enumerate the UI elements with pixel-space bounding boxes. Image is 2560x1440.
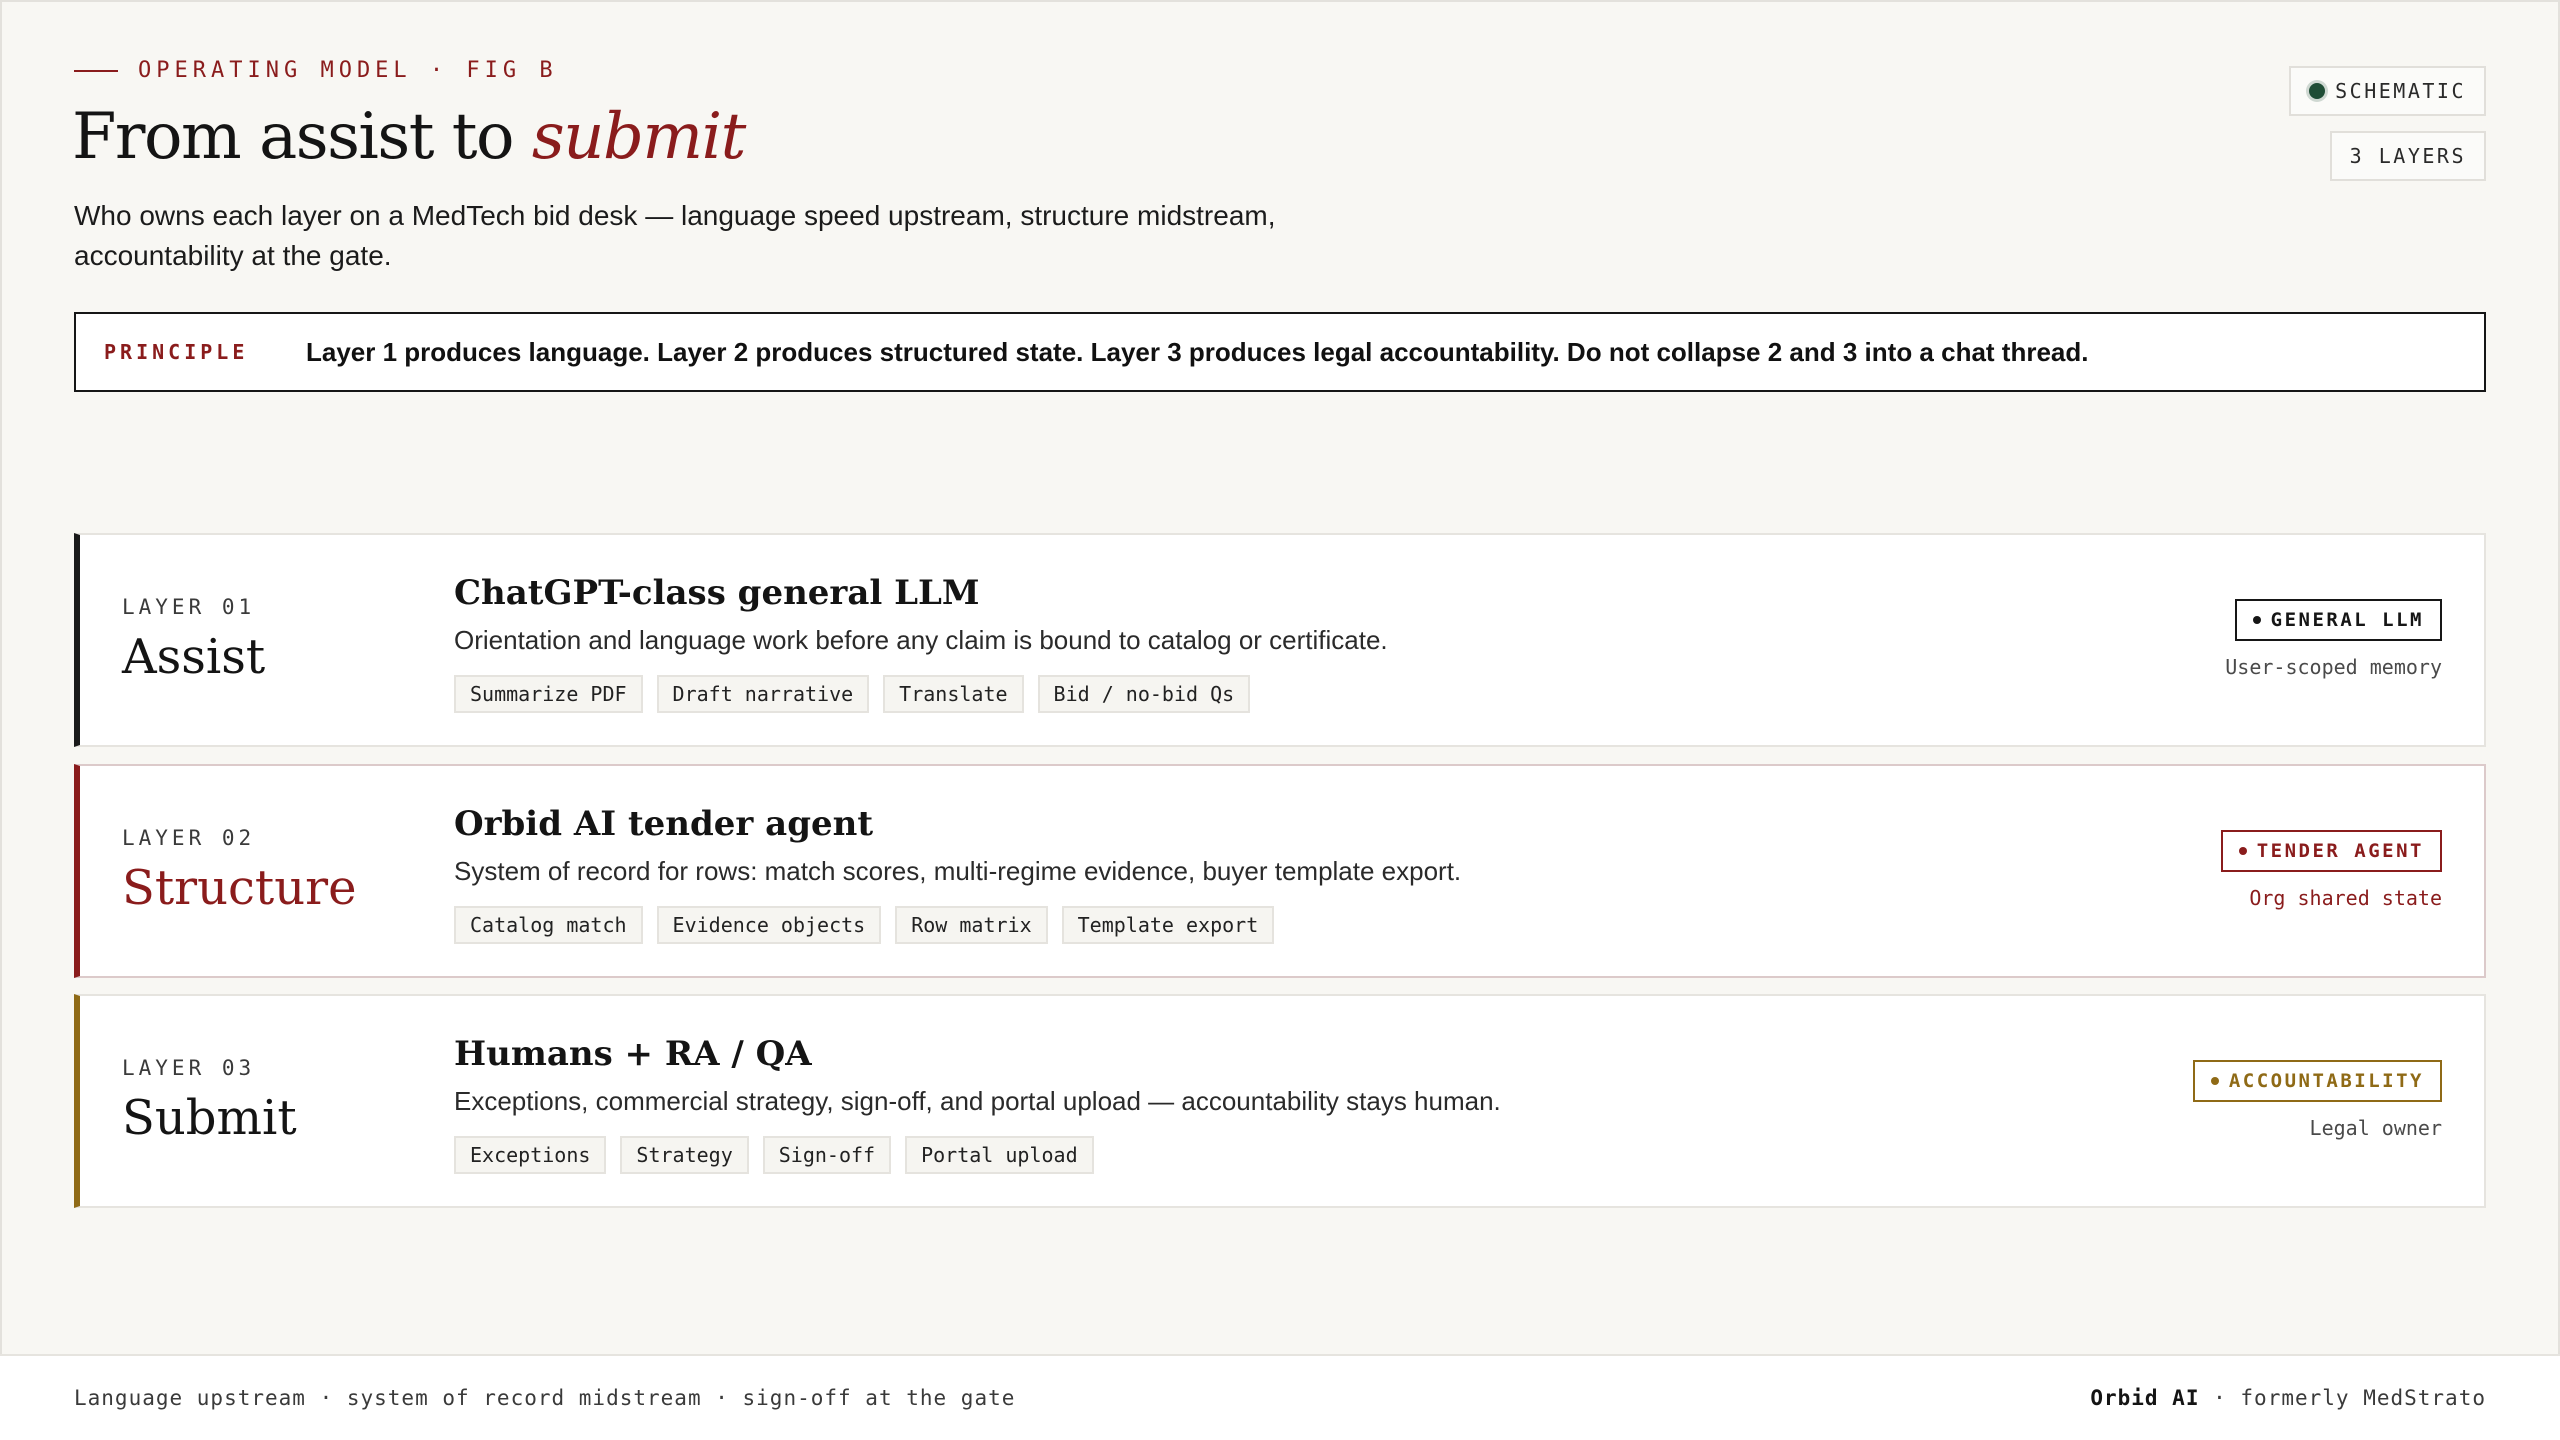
layer-description: Exceptions, commercial strategy, sign-of… — [454, 1086, 1501, 1116]
capability-chip: Catalog match — [454, 906, 643, 944]
capability-chip: Template export — [1061, 906, 1275, 944]
layer-name: Submit — [122, 1090, 297, 1146]
bullet-dot-icon — [2238, 847, 2247, 855]
capability-chip: Strategy — [620, 1136, 749, 1174]
layer-number: LAYER 02 — [122, 826, 256, 850]
capability-chip: Translate — [883, 675, 1024, 713]
layer-heading: ChatGPT-class general LLM — [454, 573, 980, 613]
layer-chips: Exceptions Strategy Sign-off Portal uplo… — [454, 1136, 1094, 1174]
role-badge-label: TENDER AGENT — [2256, 840, 2424, 862]
footer-credit: Orbid AI · formerly MedStrato — [2090, 1386, 2486, 1410]
schematic-badge: SCHEMATIC — [2289, 66, 2486, 116]
role-badge: TENDER AGENT — [2220, 830, 2442, 872]
capability-chip: Bid / no-bid Qs — [1037, 675, 1251, 713]
layer-chips: Summarize PDF Draft narrative Translate … — [454, 675, 1251, 713]
layer-description: System of record for rows: match scores,… — [454, 856, 1462, 886]
layer-card-submit: LAYER 03 Submit Humans + RA / QA Excepti… — [74, 994, 2486, 1208]
layer-heading: Orbid AI tender agent — [454, 804, 874, 844]
layer-number: LAYER 03 — [122, 1056, 256, 1080]
layer-description: Orientation and language work before any… — [454, 625, 1388, 655]
bullet-dot-icon — [2252, 616, 2261, 624]
eyebrow: OPERATING MODEL · FIG B — [74, 58, 558, 83]
eyebrow-label: OPERATING MODEL · FIG B — [138, 58, 558, 83]
eyebrow-rule — [74, 69, 118, 72]
footer-caption: Language upstream · system of record mid… — [74, 1386, 1016, 1410]
capability-chip: Row matrix — [895, 906, 1048, 944]
page-footer: Language upstream · system of record mid… — [0, 1354, 2560, 1440]
layer-name: Structure — [122, 860, 357, 916]
capability-chip: Portal upload — [905, 1136, 1094, 1174]
role-badge: ACCOUNTABILITY — [2192, 1060, 2442, 1102]
capability-chip: Exceptions — [454, 1136, 607, 1174]
footer-credit-rest: · formerly MedStrato — [2199, 1386, 2486, 1410]
principle-text: Layer 1 produces language. Layer 2 produ… — [306, 336, 2089, 367]
title-emphasis: submit — [531, 100, 746, 174]
role-badge-label: GENERAL LLM — [2270, 609, 2424, 631]
schematic-badge-label: SCHEMATIC — [2335, 79, 2466, 103]
layer-heading: Humans + RA / QA — [454, 1034, 812, 1074]
layers-count-label: 3 LAYERS — [2349, 144, 2466, 168]
page-subtitle: Who owns each layer on a MedTech bid des… — [74, 200, 1276, 271]
status-dot-icon — [2309, 83, 2326, 99]
bullet-dot-icon — [2210, 1077, 2219, 1085]
layer-number: LAYER 01 — [122, 595, 256, 619]
footer-brand: Orbid AI — [2090, 1386, 2200, 1410]
capability-chip: Sign-off — [762, 1136, 892, 1174]
capability-chip: Evidence objects — [656, 906, 882, 944]
role-badge: GENERAL LLM — [2234, 599, 2442, 641]
layer-card-assist: LAYER 01 Assist ChatGPT-class general LL… — [74, 533, 2486, 747]
layer-name: Assist — [122, 629, 266, 685]
layer-chips: Catalog match Evidence objects Row matri… — [454, 906, 1275, 944]
role-badge-label: ACCOUNTABILITY — [2228, 1070, 2424, 1092]
layer-scope: Legal owner — [2309, 1116, 2442, 1140]
layer-card-structure: LAYER 02 Structure Orbid AI tender agent… — [74, 764, 2486, 978]
layer-scope: User-scoped memory — [2225, 655, 2442, 679]
capability-chip: Draft narrative — [656, 675, 870, 713]
capability-chip: Summarize PDF — [454, 675, 643, 713]
title-main: From assist to — [72, 100, 532, 174]
layer-scope: Org shared state — [2249, 886, 2442, 910]
page-title: From assist to submit — [72, 100, 746, 174]
layers-count-badge: 3 LAYERS — [2329, 131, 2486, 181]
principle-label: PRINCIPLE — [104, 340, 249, 364]
principle-box: PRINCIPLE Layer 1 produces language. Lay… — [74, 312, 2486, 392]
